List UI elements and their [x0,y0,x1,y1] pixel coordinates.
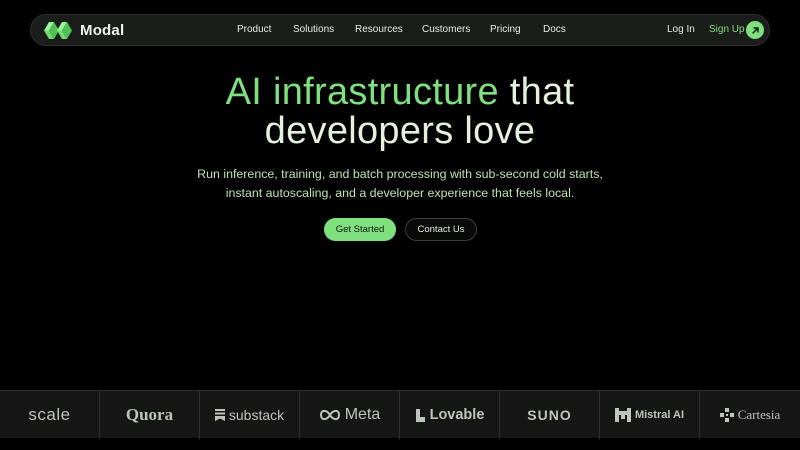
signup-link[interactable]: Sign Up [709,24,745,35]
mistral-icon [614,408,631,422]
meta-infinity-icon [319,409,340,421]
nav-pricing[interactable]: Pricing [490,24,521,35]
customer-logo-cartesia: Cartesia [700,391,800,439]
customer-name: Lovable [429,407,485,423]
signup-button[interactable] [746,21,764,39]
customer-name: SUNO [527,407,572,423]
hero-title-part-1: that [509,71,575,113]
nav-docs[interactable]: Docs [543,24,566,35]
hero-title: AI infrastructure that developers love [0,73,800,151]
get-started-button[interactable]: Get Started [324,218,396,241]
lovable-icon [415,408,425,422]
hero-title-part-2: developers love [264,110,536,152]
customer-name: Meta [344,406,381,423]
customer-logo-lovable: Lovable [400,391,500,439]
hero-subtitle: Run inference, training, and batch proce… [197,167,603,200]
brand-logo[interactable]: Modal [44,22,124,39]
customer-name: Cartesia [737,407,781,422]
nav-resources[interactable]: Resources [355,24,403,35]
customer-logo-quora: Quora [100,391,200,439]
customer-logo-mistral: Mistral AI [600,391,700,439]
login-link[interactable]: Log In [667,24,695,35]
cartesia-icon [719,408,734,422]
nav-solutions[interactable]: Solutions [293,24,334,35]
customer-name: substack [228,407,285,423]
substack-icon [214,409,225,421]
hero-title-accent: AI infrastructure [225,71,499,113]
nav-product[interactable]: Product [237,24,271,35]
nav-customers[interactable]: Customers [422,24,470,35]
contact-us-button[interactable]: Contact Us [405,218,477,241]
customer-name: scale [28,405,71,424]
customer-logo-suno: SUNO [500,391,600,439]
customer-logo-scale: scale [0,391,100,439]
customer-name: Quora [125,405,174,424]
top-nav: Modal Product Solutions Resources Custom… [30,14,770,46]
brand-name: Modal [80,22,125,39]
arrow-up-right-icon [751,26,759,34]
customer-logos: scale Quora substack Meta Lovable SUNO M… [0,390,800,439]
customer-name: Mistral AI [634,409,685,421]
customer-logo-substack: substack [200,391,300,439]
modal-logo-icon [44,22,72,39]
customer-logo-meta: Meta [300,391,400,439]
